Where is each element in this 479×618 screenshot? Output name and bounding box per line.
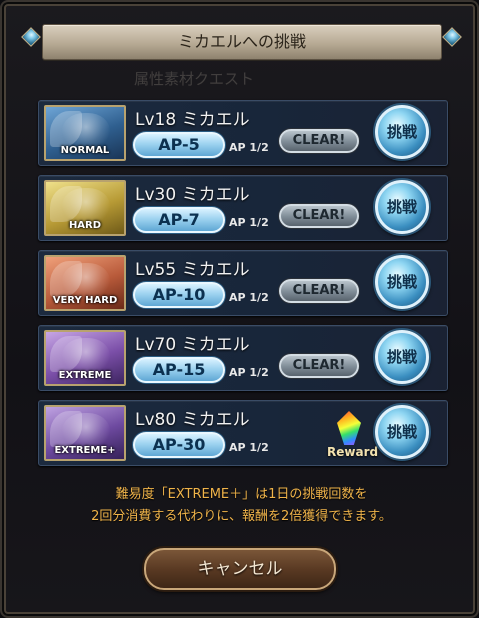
ap-cost-badge: AP-7 bbox=[133, 207, 225, 233]
difficulty-label: EXTREME+ bbox=[54, 445, 116, 456]
reward-crystal-icon: Reward bbox=[327, 411, 379, 465]
quest-level-name: Lv30 ミカエル bbox=[135, 185, 250, 205]
quest-row-extreme-plus: EXTREME+ Lv80 ミカエル AP-30 AP 1/2 Reward 挑… bbox=[38, 400, 448, 466]
difficulty-label: HARD bbox=[68, 220, 102, 231]
reward-label: Reward bbox=[327, 445, 379, 459]
ap-half-label: AP 1/2 bbox=[229, 441, 269, 454]
quest-level-name: Lv18 ミカエル bbox=[135, 110, 250, 130]
clear-badge: CLEAR! bbox=[279, 279, 359, 303]
challenge-button[interactable]: 挑戦 bbox=[375, 405, 429, 459]
extreme-plus-note: 難易度「EXTREME＋」は1日の挑戦回数を 2回分消費する代わりに、報酬を2倍… bbox=[2, 484, 479, 528]
challenge-button[interactable]: 挑戦 bbox=[375, 105, 429, 159]
ap-half-label: AP 1/2 bbox=[229, 366, 269, 379]
difficulty-label: EXTREME bbox=[58, 370, 112, 381]
dialog-title: ミカエルへの挑戦 bbox=[42, 24, 442, 60]
quest-level-name: Lv80 ミカエル bbox=[135, 410, 250, 430]
ap-cost-badge: AP-5 bbox=[133, 132, 225, 158]
challenge-button[interactable]: 挑戦 bbox=[375, 180, 429, 234]
note-line-2: 2回分消費する代わりに、報酬を2倍獲得できます。 bbox=[91, 509, 392, 524]
cancel-button[interactable]: キャンセル bbox=[144, 548, 336, 590]
quest-row-hard: HARD Lv30 ミカエル AP-7 AP 1/2 CLEAR! 挑戦 bbox=[38, 175, 448, 241]
quest-row-normal: NORMAL Lv18 ミカエル AP-5 AP 1/2 CLEAR! 挑戦 bbox=[38, 100, 448, 166]
quest-row-extreme: EXTREME Lv70 ミカエル AP-15 AP 1/2 CLEAR! 挑戦 bbox=[38, 325, 448, 391]
clear-badge: CLEAR! bbox=[279, 204, 359, 228]
quest-level-name: Lv55 ミカエル bbox=[135, 260, 250, 280]
ap-cost-badge: AP-10 bbox=[133, 282, 225, 308]
corner-gem-icon bbox=[441, 26, 463, 48]
ap-half-label: AP 1/2 bbox=[229, 216, 269, 229]
difficulty-label: NORMAL bbox=[60, 145, 110, 156]
challenge-button[interactable]: 挑戦 bbox=[375, 330, 429, 384]
ap-half-label: AP 1/2 bbox=[229, 291, 269, 304]
quest-thumbnail: EXTREME+ bbox=[44, 405, 126, 461]
quest-dialog: ミカエルへの挑戦 属性素材クエスト NORMAL Lv18 ミカエル AP-5 … bbox=[0, 0, 479, 618]
ap-half-label: AP 1/2 bbox=[229, 141, 269, 154]
quest-thumbnail: EXTREME bbox=[44, 330, 126, 386]
clear-badge: CLEAR! bbox=[279, 129, 359, 153]
quest-level-name: Lv70 ミカエル bbox=[135, 335, 250, 355]
quest-thumbnail: VERY HARD bbox=[44, 255, 126, 311]
clear-badge: CLEAR! bbox=[279, 354, 359, 378]
quest-row-very-hard: VERY HARD Lv55 ミカエル AP-10 AP 1/2 CLEAR! … bbox=[38, 250, 448, 316]
corner-gem-icon bbox=[20, 26, 42, 48]
difficulty-label: VERY HARD bbox=[52, 295, 118, 306]
quest-thumbnail: HARD bbox=[44, 180, 126, 236]
challenge-button[interactable]: 挑戦 bbox=[375, 255, 429, 309]
note-line-1: 難易度「EXTREME＋」は1日の挑戦回数を bbox=[115, 487, 368, 502]
quest-thumbnail: NORMAL bbox=[44, 105, 126, 161]
background-ghost-text: 属性素材クエスト bbox=[134, 70, 255, 88]
ap-cost-badge: AP-15 bbox=[133, 357, 225, 383]
ap-cost-badge: AP-30 bbox=[133, 432, 225, 458]
